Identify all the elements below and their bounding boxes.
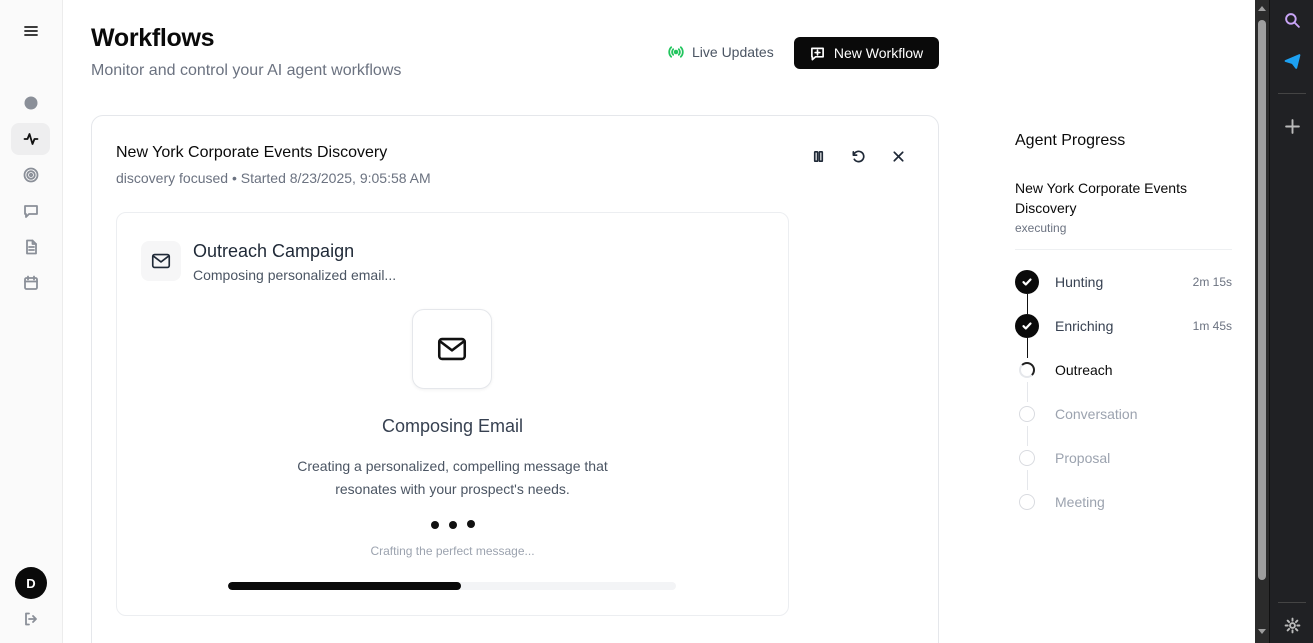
add-message-icon [810, 47, 824, 60]
main-content: Workflows Monitor and control your AI ag… [63, 0, 1255, 643]
close-icon [892, 150, 904, 162]
workflow-meta: discovery focused • Started 8/23/2025, 9… [116, 170, 431, 186]
compose-progress-bar [228, 582, 676, 590]
step-label: Conversation [1055, 406, 1138, 422]
send-icon[interactable] [1282, 51, 1302, 71]
page-title: Workflows [91, 24, 215, 52]
step-label: Proposal [1055, 450, 1111, 466]
live-updates-indicator[interactable]: Live Updates [668, 44, 774, 60]
step-label: Outreach [1055, 362, 1113, 378]
stage-status: Composing personalized email... [193, 267, 397, 283]
sidebar: D [0, 0, 63, 643]
sidebar-item-workflows[interactable] [11, 123, 50, 155]
page-subtitle: Monitor and control your AI agent workfl… [91, 62, 402, 79]
pending-circle-icon [1019, 406, 1035, 422]
composing-mail-icon [412, 309, 492, 389]
step-hunting: Hunting 2m 15s [1015, 270, 1232, 294]
divider [1278, 93, 1306, 94]
step-conversation: Conversation [1015, 402, 1232, 426]
check-icon [1015, 270, 1039, 294]
stage-title: Outreach Campaign [193, 241, 355, 261]
step-label: Enriching [1055, 318, 1114, 334]
compose-hint: Crafting the perfect message... [370, 544, 535, 558]
chat-icon [23, 205, 38, 218]
step-connector [1027, 294, 1028, 314]
sidebar-item-documents[interactable] [11, 231, 50, 263]
side-toolbar [1269, 0, 1313, 643]
scroll-up-arrow-icon[interactable] [1258, 6, 1266, 11]
step-connector [1027, 426, 1028, 446]
new-workflow-label: New Workflow [833, 45, 924, 61]
divider [1278, 602, 1306, 603]
document-icon [25, 239, 37, 255]
settings-icon[interactable] [1282, 615, 1302, 635]
sidebar-item-targets[interactable] [11, 159, 50, 191]
live-updates-label: Live Updates [692, 44, 774, 60]
activity-icon [23, 133, 38, 145]
close-workflow-button[interactable] [886, 144, 910, 168]
stage-panel: Outreach Campaign Composing personalized… [116, 212, 789, 616]
step-connector [1027, 470, 1028, 490]
step-enriching: Enriching 1m 45s [1015, 314, 1232, 338]
agent-progress-status: executing [1015, 221, 1067, 235]
compose-description: Creating a personalized, compelling mess… [297, 458, 608, 497]
step-duration: 2m 15s [1192, 275, 1232, 289]
step-outreach: Outreach [1015, 358, 1232, 382]
divider [1015, 249, 1232, 250]
pause-icon [813, 150, 823, 162]
logout-icon [24, 612, 37, 626]
scrollbar-thumb[interactable] [1258, 20, 1266, 580]
calendar-icon [23, 275, 38, 290]
rotate-ccw-icon [852, 150, 865, 162]
compose-title: Composing Email [381, 416, 524, 436]
sidebar-item-calendar[interactable] [11, 267, 50, 299]
circle-icon [24, 96, 37, 110]
avatar[interactable]: D [15, 567, 47, 599]
scroll-down-arrow-icon[interactable] [1258, 629, 1266, 634]
step-label: Meeting [1055, 494, 1105, 510]
menu-icon[interactable] [11, 15, 50, 47]
agent-progress-workflow: New York Corporate Events Discovery [1015, 180, 1187, 216]
page-scrollbar[interactable] [1255, 0, 1269, 643]
workflow-name: New York Corporate Events Discovery [116, 144, 388, 161]
pending-circle-icon [1019, 494, 1035, 510]
step-connector [1027, 338, 1028, 358]
spinner-icon [1019, 362, 1035, 378]
logout-button[interactable] [11, 603, 50, 635]
pending-circle-icon [1019, 450, 1035, 466]
compose-progress-fill [228, 582, 461, 590]
sidebar-item-dashboard[interactable] [11, 87, 50, 119]
agent-progress-title: Agent Progress [1015, 132, 1126, 149]
add-icon[interactable] [1282, 116, 1302, 136]
broadcast-icon [668, 46, 684, 58]
pause-button[interactable] [806, 144, 830, 168]
sidebar-item-messages[interactable] [11, 195, 50, 227]
app-root: D Workflows Monitor and control your AI … [0, 0, 1313, 643]
step-proposal: Proposal [1015, 446, 1232, 470]
typing-indicator [431, 520, 475, 529]
step-meeting: Meeting [1015, 490, 1232, 514]
workflow-card: New York Corporate Events Discovery disc… [91, 115, 939, 643]
step-duration: 1m 45s [1192, 319, 1232, 333]
mail-icon [141, 241, 181, 281]
step-connector [1027, 382, 1028, 402]
new-workflow-button[interactable]: New Workflow [794, 37, 939, 69]
target-icon [23, 167, 38, 183]
restart-button[interactable] [846, 144, 870, 168]
step-label: Hunting [1055, 274, 1104, 290]
search-icon[interactable] [1282, 10, 1302, 30]
check-icon [1015, 314, 1039, 338]
